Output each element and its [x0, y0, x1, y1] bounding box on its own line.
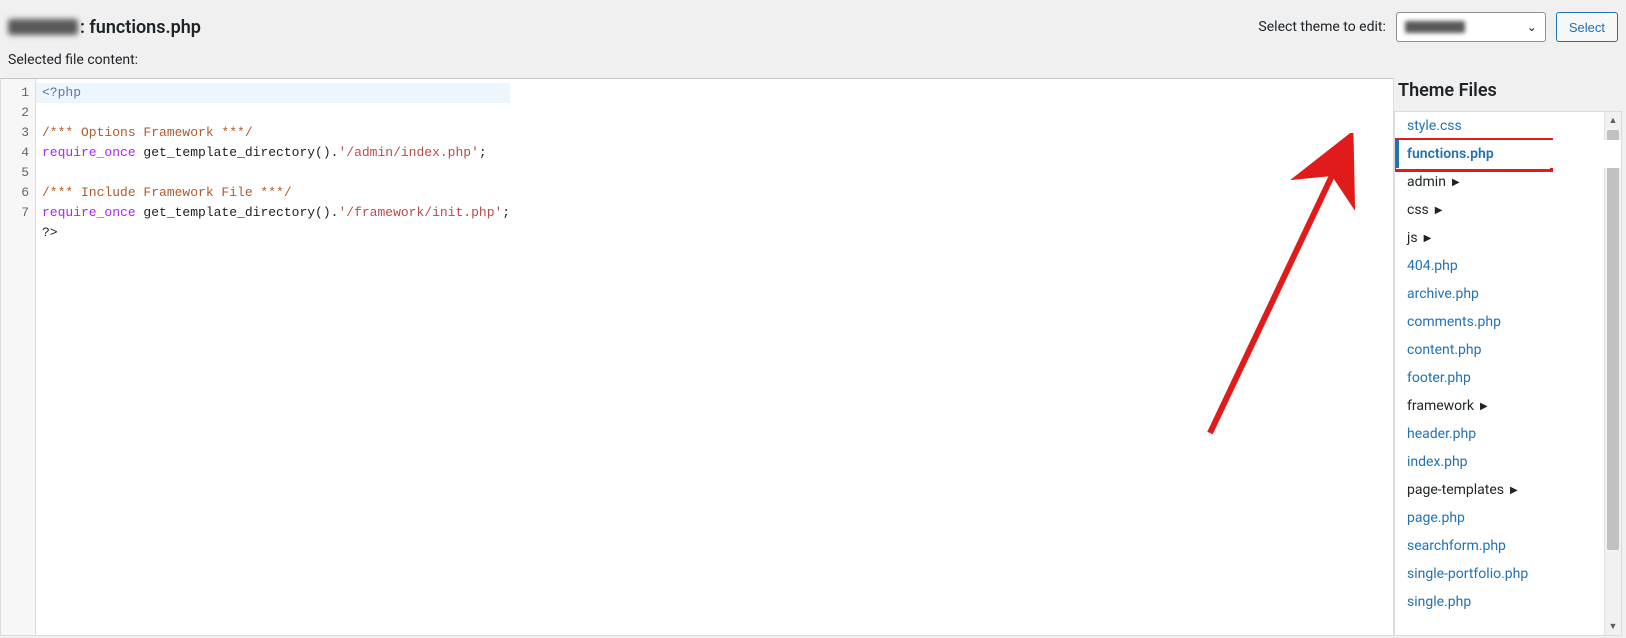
chevron-right-icon: ▶ — [1435, 205, 1443, 216]
theme-name-blurred — [8, 19, 78, 35]
file-item-label: page-templates — [1407, 482, 1504, 498]
header-bar: : functions.php Select theme to edit: ⌄ … — [0, 0, 1626, 48]
chevron-right-icon: ▶ — [1510, 485, 1518, 496]
code-line: require_once get_template_directory().'/… — [42, 145, 487, 160]
code-area[interactable]: <?php /*** Options Framework ***/ requir… — [36, 79, 510, 635]
file-item-label: archive.php — [1407, 286, 1479, 302]
code-line: <?php — [36, 83, 510, 103]
theme-select-dropdown[interactable]: ⌄ — [1396, 12, 1546, 42]
code-editor[interactable]: 1234567 <?php /*** Options Framework ***… — [0, 78, 1394, 636]
title-filename: functions.php — [89, 17, 201, 38]
file-item[interactable]: searchform.php — [1395, 532, 1621, 560]
file-item[interactable]: style.css — [1395, 112, 1621, 140]
theme-select-label: Select theme to edit: — [1258, 19, 1385, 35]
file-item[interactable]: content.php — [1395, 336, 1621, 364]
file-item-label: functions.php — [1407, 146, 1494, 162]
file-item[interactable]: 404.php — [1395, 252, 1621, 280]
folder-item[interactable]: js ▶ — [1395, 224, 1621, 252]
selected-file-label: Selected file content: — [0, 48, 1626, 78]
file-item-label: searchform.php — [1407, 538, 1506, 554]
file-item[interactable]: comments.php — [1395, 308, 1621, 336]
file-item-label: comments.php — [1407, 314, 1501, 330]
theme-select-group: Select theme to edit: ⌄ Select — [1258, 12, 1618, 42]
file-item-label: js — [1407, 230, 1418, 246]
page-title: : functions.php — [8, 17, 201, 38]
line-number-gutter: 1234567 — [1, 79, 36, 635]
file-item[interactable]: functions.php — [1395, 140, 1621, 168]
file-item[interactable]: single-portfolio.php — [1395, 560, 1621, 588]
chevron-right-icon: ▶ — [1424, 233, 1432, 244]
file-item[interactable]: archive.php — [1395, 280, 1621, 308]
file-item[interactable]: footer.php — [1395, 364, 1621, 392]
file-item-label: 404.php — [1407, 258, 1458, 274]
main-area: 1234567 <?php /*** Options Framework ***… — [0, 78, 1626, 636]
theme-files-sidebar: Theme Files ▲ ▼ style.cssfunctions.phpad… — [1394, 78, 1622, 636]
code-line: ?> — [42, 225, 58, 240]
folder-item[interactable]: admin ▶ — [1395, 168, 1621, 196]
folder-item[interactable]: css ▶ — [1395, 196, 1621, 224]
file-item-label: footer.php — [1407, 370, 1471, 386]
code-line: /*** Include Framework File ***/ — [42, 185, 292, 200]
folder-item[interactable]: framework ▶ — [1395, 392, 1621, 420]
file-item[interactable]: index.php — [1395, 448, 1621, 476]
file-item-label: single.php — [1407, 594, 1471, 610]
sidebar-heading: Theme Files — [1394, 78, 1622, 111]
scroll-down-icon[interactable]: ▼ — [1605, 618, 1621, 635]
select-button[interactable]: Select — [1556, 12, 1618, 42]
code-line — [42, 165, 50, 180]
file-item-label: content.php — [1407, 342, 1481, 358]
folder-item[interactable]: page-templates ▶ — [1395, 476, 1621, 504]
file-item-label: page.php — [1407, 510, 1465, 526]
code-line: /*** Options Framework ***/ — [42, 125, 253, 140]
file-item-label: single-portfolio.php — [1407, 566, 1528, 582]
file-item-label: index.php — [1407, 454, 1468, 470]
file-item-label: css — [1407, 202, 1429, 218]
file-item-label: style.css — [1407, 118, 1462, 134]
file-item-label: framework — [1407, 398, 1474, 414]
file-item-label: header.php — [1407, 426, 1476, 442]
file-item[interactable]: single.php — [1395, 588, 1621, 616]
code-line: require_once get_template_directory().'/… — [42, 205, 510, 220]
chevron-right-icon: ▶ — [1452, 177, 1460, 188]
file-item-label: admin — [1407, 174, 1446, 190]
file-item[interactable]: page.php — [1395, 504, 1621, 532]
chevron-right-icon: ▶ — [1480, 401, 1488, 412]
file-list: ▲ ▼ style.cssfunctions.phpadmin▶css▶js▶4… — [1394, 111, 1622, 636]
chevron-down-icon: ⌄ — [1527, 20, 1537, 34]
selected-theme-blurred — [1405, 21, 1465, 33]
file-item[interactable]: header.php — [1395, 420, 1621, 448]
